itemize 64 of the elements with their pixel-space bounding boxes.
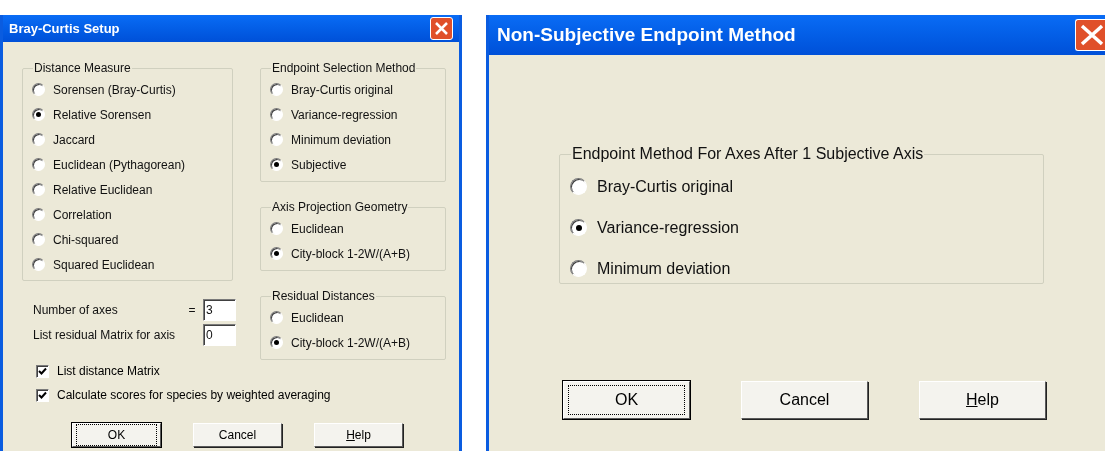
close-button[interactable] (1075, 19, 1105, 51)
group-label: Endpoint Method For Axes After 1 Subjective Axis (571, 144, 925, 164)
dialog-button[interactable]: Cancel (741, 381, 868, 419)
dialog-button[interactable]: OK (72, 423, 161, 447)
checkbox[interactable] (36, 364, 49, 378)
radio-button[interactable] (270, 247, 283, 260)
group-label: Residual Distances (271, 288, 376, 305)
radio-button[interactable] (570, 178, 587, 195)
radio-button[interactable] (32, 133, 45, 146)
field-label: Number of axes (33, 302, 119, 319)
radio-button[interactable] (32, 158, 45, 171)
radio-label: Minimum deviation (597, 258, 731, 279)
radio-label: Variance-regression (291, 106, 398, 124)
radio-label: Correlation (53, 206, 112, 224)
radio-button[interactable] (270, 133, 283, 146)
radio-label: Chi-squared (53, 231, 119, 249)
radio-label: Euclidean (291, 309, 344, 327)
radio-label: Bray-Curtis original (291, 81, 394, 99)
radio-button[interactable] (570, 260, 587, 277)
input-field[interactable]: 0 (203, 324, 236, 346)
radio-button[interactable] (270, 158, 283, 171)
radio-label: Squared Euclidean (53, 256, 155, 274)
checkbox-label: Calculate scores for species by weighted averaging (57, 387, 331, 404)
radio-label: City-block 1-2W/(A+B) (291, 334, 411, 352)
radio-label: Minimum deviation (291, 131, 392, 149)
radio-button[interactable] (270, 108, 283, 121)
radio-label: Euclidean (Pythagorean) (53, 156, 186, 174)
radio-label: Relative Euclidean (53, 181, 153, 199)
radio-label: Jaccard (53, 131, 96, 149)
radio-label: Euclidean (291, 220, 344, 238)
radio-button[interactable] (32, 233, 45, 246)
window-title: Bray-Curtis Setup (9, 19, 120, 38)
checkbox[interactable] (36, 388, 49, 402)
radio-button[interactable] (570, 219, 587, 236)
radio-label: Bray-Curtis original (597, 176, 734, 197)
group-label: Endpoint Selection Method (271, 60, 417, 77)
input-field[interactable]: 3 (203, 299, 236, 321)
radio-button[interactable] (270, 336, 283, 349)
dialog-button[interactable]: Help (314, 423, 403, 447)
radio-button[interactable] (32, 208, 45, 221)
equals-sign: = (187, 302, 197, 319)
radio-button[interactable] (270, 222, 283, 235)
close-icon (1079, 24, 1105, 46)
group-label: Axis Projection Geometry (271, 199, 409, 216)
dialog-button[interactable]: OK (563, 381, 690, 419)
close-button[interactable] (430, 17, 453, 40)
group-label: Distance Measure (33, 60, 132, 77)
radio-button[interactable] (32, 108, 45, 121)
dialog-button[interactable]: Cancel (193, 423, 282, 447)
radio-button[interactable] (32, 258, 45, 271)
checkbox-label: List distance Matrix (57, 363, 160, 380)
radio-button[interactable] (32, 183, 45, 196)
window-title: Non-Subjective Endpoint Method (497, 22, 796, 47)
radio-label: Subjective (291, 156, 347, 174)
radio-label: Sorensen (Bray-Curtis) (53, 81, 176, 99)
radio-label: City-block 1-2W/(A+B) (291, 245, 411, 263)
radio-button[interactable] (270, 311, 283, 324)
dialog-button[interactable]: Help (919, 381, 1046, 419)
radio-label: Relative Sorensen (53, 106, 152, 124)
radio-button[interactable] (270, 83, 283, 96)
field-label: List residual Matrix for axis (33, 327, 177, 344)
close-icon (435, 22, 448, 35)
radio-button[interactable] (32, 83, 45, 96)
radio-label: Variance-regression (597, 217, 739, 238)
